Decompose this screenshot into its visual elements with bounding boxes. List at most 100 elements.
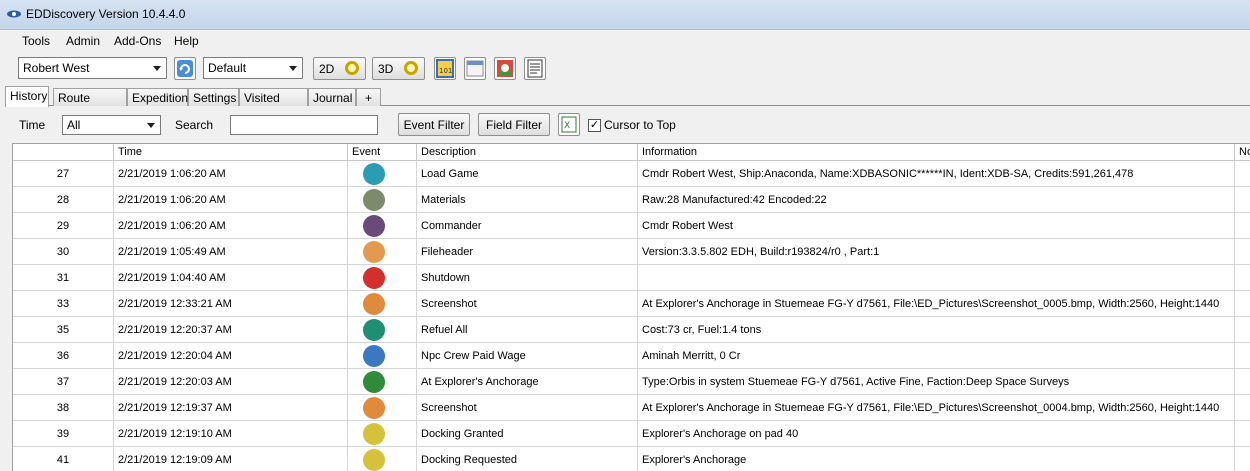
tab-visited-stars[interactable]: Visited Stars	[239, 88, 308, 119]
cell-index: 38	[13, 395, 114, 421]
header-event[interactable]: Event	[348, 144, 417, 161]
tab-settings[interactable]: Settings	[188, 88, 239, 106]
refresh-button[interactable]	[174, 57, 196, 80]
commander-select[interactable]: Robert West	[18, 57, 167, 79]
table-row[interactable]: 33 2/21/2019 12:33:21 AM Screenshot At Expl…	[13, 291, 1250, 317]
map-3d-label: 3D	[378, 62, 394, 76]
header-note[interactable]: No	[1235, 144, 1250, 161]
menu-addons[interactable]: Add-Ons	[114, 34, 161, 48]
shutdown-icon	[363, 267, 385, 289]
cell-index: 28	[13, 187, 114, 213]
cell-index: 39	[13, 421, 114, 447]
cell-event	[348, 265, 417, 291]
table-row[interactable]: 28 2/21/2019 1:06:20 AM Materials Raw:28 Ma…	[13, 187, 1250, 213]
export-excel-button[interactable]: X	[558, 113, 580, 136]
header-information[interactable]: Information	[638, 144, 1235, 161]
menu-admin[interactable]: Admin	[66, 34, 100, 48]
chevron-down-icon	[153, 66, 161, 71]
cell-time: 2/21/2019 12:19:09 AM	[114, 447, 348, 471]
map-3d-button[interactable]: 3D	[372, 57, 425, 80]
calculator-button[interactable]: 101	[434, 57, 456, 80]
filter-bar: Time All Search Event Filter Field Filte…	[5, 107, 1250, 143]
cell-note	[1235, 421, 1250, 447]
history-grid: Time Event Description Information No 27…	[12, 143, 1250, 471]
header-index[interactable]	[13, 144, 114, 161]
table-row[interactable]: 36 2/21/2019 12:20:04 AM Npc Crew Paid Wag…	[13, 343, 1250, 369]
notes-icon	[527, 59, 543, 78]
window-title: EDDiscovery Version 10.4.4.0	[26, 7, 186, 21]
cell-description: Materials	[417, 187, 638, 213]
cell-description: Docking Granted	[417, 421, 638, 447]
toolbar: Robert West Default 2D 3D 101	[0, 52, 1250, 84]
menu-help[interactable]: Help	[174, 34, 199, 48]
tab-expedition[interactable]: Expedition	[127, 88, 188, 106]
cell-information: Type:Orbis in system Stuemeae FG-Y d7561…	[638, 369, 1235, 395]
cell-note	[1235, 317, 1250, 343]
load-game-icon	[363, 163, 385, 185]
cell-time: 2/21/2019 12:19:10 AM	[114, 421, 348, 447]
fileheader-icon	[363, 241, 385, 263]
cursor-to-top-checkbox[interactable]: ✓	[588, 119, 601, 132]
notes-button[interactable]	[524, 57, 546, 80]
cell-index: 29	[13, 213, 114, 239]
expedition-icon	[497, 60, 513, 77]
svg-text:101: 101	[439, 67, 452, 75]
table-row[interactable]: 37 2/21/2019 12:20:03 AM At Explorer's Anc…	[13, 369, 1250, 395]
cell-information	[638, 265, 1235, 291]
menu-bar: Tools Admin Add-Ons Help	[0, 30, 1250, 52]
expedition-button[interactable]	[494, 57, 516, 80]
header-description[interactable]: Description	[417, 144, 638, 161]
search-input[interactable]	[230, 115, 378, 135]
table-row[interactable]: 27 2/21/2019 1:06:20 AM Load Game Cmdr Robe…	[13, 161, 1250, 187]
cell-time: 2/21/2019 12:19:37 AM	[114, 395, 348, 421]
field-filter-button[interactable]: Field Filter	[478, 113, 550, 136]
cell-note	[1235, 395, 1250, 421]
cell-time: 2/21/2019 1:06:20 AM	[114, 161, 348, 187]
svg-text:X: X	[564, 121, 570, 131]
cell-information: Cmdr Robert West	[638, 213, 1235, 239]
cell-information: Cost:73 cr, Fuel:1.4 tons	[638, 317, 1235, 343]
refuel-icon	[363, 319, 385, 341]
title-bar: EDDiscovery Version 10.4.4.0	[0, 0, 1250, 30]
tab-journal[interactable]: Journal	[308, 88, 356, 106]
table-row[interactable]: 38 2/21/2019 12:19:37 AM Screenshot At Expl…	[13, 395, 1250, 421]
tab-add[interactable]: +	[356, 88, 381, 106]
cell-information: At Explorer's Anchorage in Stuemeae FG-Y…	[638, 291, 1235, 317]
cell-event	[348, 239, 417, 265]
event-filter-button[interactable]: Event Filter	[398, 113, 470, 136]
table-row[interactable]: 41 2/21/2019 12:19:09 AM Docking Requested…	[13, 447, 1250, 471]
menu-tools[interactable]: Tools	[22, 34, 50, 48]
cell-information: Explorer's Anchorage	[638, 447, 1235, 471]
cell-event	[348, 369, 417, 395]
profile-select[interactable]: Default	[203, 57, 303, 79]
cell-note	[1235, 187, 1250, 213]
time-select[interactable]: All	[62, 115, 161, 135]
cell-index: 31	[13, 265, 114, 291]
time-select-value: All	[67, 118, 81, 132]
cell-description: Refuel All	[417, 317, 638, 343]
tab-history[interactable]: History	[5, 86, 49, 107]
cell-description: Commander	[417, 213, 638, 239]
docking-requested-icon	[363, 449, 385, 471]
header-time[interactable]: Time	[114, 144, 348, 161]
chevron-down-icon	[289, 66, 297, 71]
table-row[interactable]: 30 2/21/2019 1:05:49 AM Fileheader Version:…	[13, 239, 1250, 265]
tab-strip: History Route Finder Expedition Settings…	[5, 86, 1250, 119]
cell-description: Screenshot	[417, 291, 638, 317]
panel-button[interactable]	[464, 57, 486, 80]
cell-information: At Explorer's Anchorage in Stuemeae FG-Y…	[638, 395, 1235, 421]
table-row[interactable]: 39 2/21/2019 12:19:10 AM Docking Granted Ex…	[13, 421, 1250, 447]
cell-information: Aminah Merritt, 0 Cr	[638, 343, 1235, 369]
tab-route-finder[interactable]: Route Finder	[53, 88, 127, 119]
map-2d-button[interactable]: 2D	[313, 57, 366, 80]
table-row[interactable]: 31 2/21/2019 1:04:40 AM Shutdown	[13, 265, 1250, 291]
cell-event	[348, 395, 417, 421]
panel-icon	[466, 60, 484, 77]
screenshot-icon	[363, 293, 385, 315]
table-row[interactable]: 35 2/21/2019 12:20:37 AM Refuel All Cost:73…	[13, 317, 1250, 343]
crew-wage-icon	[363, 345, 385, 367]
cell-time: 2/21/2019 12:20:03 AM	[114, 369, 348, 395]
grid-header: Time Event Description Information No	[13, 144, 1250, 161]
cell-time: 2/21/2019 12:20:37 AM	[114, 317, 348, 343]
table-row[interactable]: 29 2/21/2019 1:06:20 AM Commander Cmdr Robe…	[13, 213, 1250, 239]
